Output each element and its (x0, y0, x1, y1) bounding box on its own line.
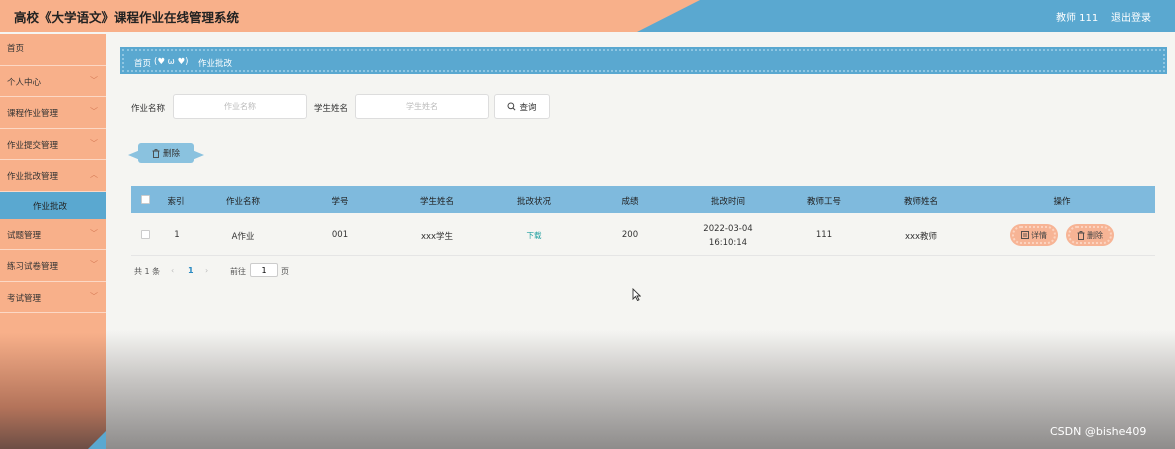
chevron-up-icon: ︿ (90, 170, 98, 179)
cell-homework-name: A作业 (231, 232, 255, 242)
homework-name-label: 作业名称 (131, 104, 166, 114)
mouse-cursor-icon (632, 288, 641, 301)
sidebar-item-label: 首页 (7, 44, 25, 54)
student-name-label: 学生姓名 (314, 104, 349, 114)
page-suffix: 页 (281, 267, 289, 276)
goto-page-input[interactable] (250, 263, 278, 277)
cell-student-id: 001 (331, 230, 349, 240)
total-count: 共 1 条 (134, 267, 161, 276)
page-number[interactable]: 1 (188, 266, 194, 275)
chevron-down-icon: ﹀ (90, 228, 98, 238)
table-header: 索引 作业名称 学号 学生姓名 批改状况 成绩 批改时间 教师工号 教师姓名 操… (131, 186, 1155, 213)
trash-icon (152, 148, 160, 158)
sidebar-subitem-grading[interactable]: 作业批改 (0, 191, 106, 219)
detail-button[interactable]: 详情 (1010, 224, 1058, 246)
search-icon (507, 102, 516, 111)
column-header-grading-status: 批改状况 (516, 197, 552, 207)
sidebar-item-practice-papers[interactable]: 练习试卷管理 ﹀ (0, 250, 106, 282)
table-row: 1 A作业 001 xxx学生 下载 200 2022-03-04 16:10:… (131, 213, 1155, 256)
goto-label: 前往 (230, 267, 246, 276)
current-user: 教师 111 (1056, 13, 1099, 24)
watermark: CSDN @bishe409 (1050, 425, 1147, 438)
top-header: 高校《大学语文》课程作业在线管理系统 教师 111 退出登录 (0, 0, 1175, 32)
trash-icon (1077, 230, 1085, 240)
sidebar-item-label: 个人中心 (7, 77, 42, 88)
logout-link[interactable]: 退出登录 (1111, 9, 1151, 24)
download-link[interactable]: 下载 (527, 230, 542, 241)
sidebar-item-label: 课程作业管理 (7, 109, 59, 119)
cell-teacher-name: xxx教师 (904, 232, 938, 242)
row-delete-button[interactable]: 删除 (1066, 224, 1114, 246)
column-header-student-id: 学号 (331, 197, 349, 207)
search-button[interactable]: 查询 (494, 94, 550, 119)
breadcrumb-separator: (♥ ω ♥) (154, 57, 189, 67)
sidebar: 首页 个人中心 ﹀ 课程作业管理 ﹀ 作业提交管理 ﹀ 作业批改管理 ︿ 作业批… (0, 34, 106, 449)
column-header-teacher-id: 教师工号 (806, 197, 842, 207)
sidebar-item-label: 作业批改管理 (7, 172, 59, 182)
breadcrumb-current: 作业批改 (198, 59, 233, 69)
sidebar-item-exams[interactable]: 考试管理 ﹀ (0, 282, 106, 313)
row-delete-label: 删除 (1087, 230, 1103, 240)
search-button-label: 查询 (519, 102, 537, 113)
chevron-down-icon: ﹀ (90, 260, 98, 269)
cell-index: 1 (174, 230, 180, 240)
detail-button-label: 详情 (1031, 230, 1047, 240)
chevron-down-icon: ﹀ (90, 107, 98, 116)
homework-name-input[interactable] (173, 94, 307, 119)
prev-page-button[interactable]: ‹ (171, 266, 174, 275)
sidebar-item-submission[interactable]: 作业提交管理 ﹀ (0, 129, 106, 160)
column-header-score: 成绩 (621, 197, 639, 207)
sidebar-item-questions[interactable]: 试题管理 ﹀ (0, 219, 106, 250)
column-header-homework-name: 作业名称 (225, 197, 261, 207)
sidebar-item-label: 作业提交管理 (7, 140, 59, 151)
cell-teacher-id: 111 (815, 230, 833, 240)
cell-grading-time: 2022-03-04 16:10:14 (703, 224, 753, 248)
breadcrumb-home[interactable]: 首页 (134, 57, 151, 69)
document-icon (1021, 231, 1029, 239)
column-header-teacher-name: 教师姓名 (903, 197, 939, 207)
student-name-input[interactable] (355, 94, 489, 119)
column-header-index: 索引 (167, 197, 185, 207)
chevron-down-icon: ﹀ (90, 75, 98, 85)
sidebar-item-course-homework[interactable]: 课程作业管理 ﹀ (0, 97, 106, 129)
batch-delete-body: 删除 (138, 143, 194, 163)
sidebar-subitem-label: 作业批改 (33, 201, 68, 212)
sidebar-item-label: 考试管理 (7, 293, 42, 304)
breadcrumb: 首页 (♥ ω ♥) 作业批改 (120, 47, 1167, 74)
sidebar-corner-decoration (88, 431, 106, 449)
select-all-checkbox[interactable] (141, 195, 150, 204)
sidebar-item-personal-center[interactable]: 个人中心 ﹀ (0, 66, 106, 97)
cell-score: 200 (621, 230, 639, 240)
sidebar-item-label: 试题管理 (7, 230, 42, 241)
batch-delete-label: 删除 (162, 149, 180, 159)
column-header-student-name: 学生姓名 (419, 197, 455, 207)
main-bottom-fade (106, 330, 1175, 449)
chevron-down-icon: ﹀ (90, 138, 98, 148)
sidebar-item-label: 练习试卷管理 (7, 262, 59, 272)
cell-student-name: xxx学生 (420, 232, 454, 242)
row-checkbox[interactable] (141, 230, 150, 239)
next-page-button[interactable]: › (205, 266, 208, 275)
column-header-grading-time: 批改时间 (710, 197, 746, 207)
sidebar-item-grading[interactable]: 作业批改管理 ︿ (0, 160, 106, 192)
chevron-down-icon: ﹀ (90, 291, 98, 301)
app-title: 高校《大学语文》课程作业在线管理系统 (14, 10, 240, 25)
column-header-actions: 操作 (1053, 197, 1071, 207)
batch-delete-button[interactable]: 删除 (128, 143, 204, 163)
sidebar-item-home[interactable]: 首页 (0, 34, 106, 66)
